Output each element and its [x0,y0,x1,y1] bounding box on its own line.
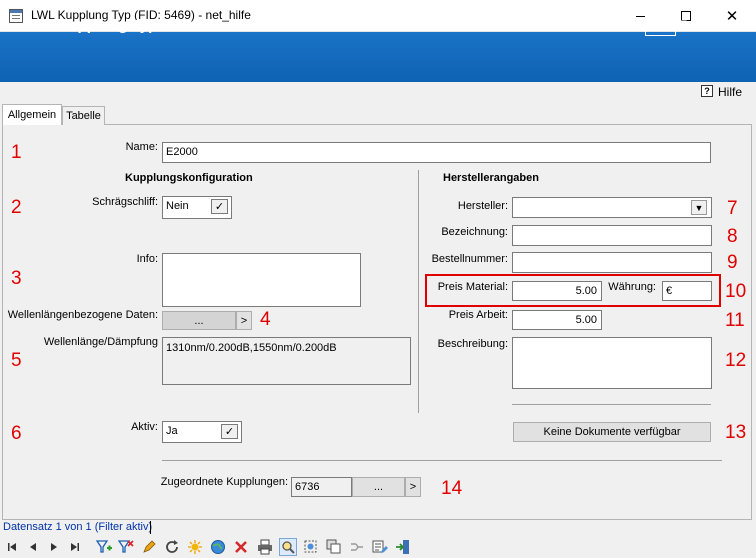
preis-arbeit-input[interactable]: 5.00 [512,310,602,330]
filter-remove-icon[interactable] [117,538,135,556]
header-banner [0,32,756,82]
aktiv-check-icon[interactable]: ✓ [221,424,238,439]
delete-icon[interactable] [232,538,250,556]
keine-dokumente-button[interactable]: Keine Dokumente verfügbar [513,422,711,442]
info-label: Info: [136,253,158,265]
net-logo: NET [645,16,676,36]
schraegschliff-check-icon[interactable]: ✓ [211,199,228,214]
chevron-down-icon[interactable]: ▼ [691,200,707,215]
report-edit-icon[interactable] [371,538,389,556]
annotation-6: 6 [11,423,22,444]
wellenlaenge-daten-arrow-button[interactable]: > [236,311,252,330]
annotation-13: 13 [725,422,747,443]
globe-icon[interactable] [209,538,227,556]
copy-icon[interactable] [325,538,343,556]
annotation-5: 5 [11,350,22,371]
bezeichnung-label: Bezeichnung: [441,226,508,238]
wellenlaenge-daten-browse-button[interactable]: ... [162,311,236,330]
zugeordnete-browse-button[interactable]: ... [352,477,405,497]
aktiv-value: Ja [166,425,178,437]
wellenlaenge-daten-label: Wellenlängenbezogene Daten: [7,309,158,321]
wellenlaenge-daempfung-label: Wellenlänge/Dämpfung [43,336,158,348]
app-window-icon [9,9,23,23]
preis-material-input[interactable]: 5.00 [512,281,602,301]
bezeichnung-input[interactable] [512,225,712,246]
net-engineering-label: Engineering [680,19,739,31]
first-record-icon[interactable] [3,538,21,556]
print-icon[interactable] [256,538,274,556]
status-caret [150,521,151,534]
zoom-icon[interactable] [279,538,297,556]
bestellnummer-label: Bestellnummer: [431,253,508,265]
help-link[interactable]: Hilfe [718,85,742,99]
waehrung-label: Währung: [608,281,656,293]
annotation-3: 3 [11,268,22,289]
tab-tabelle[interactable]: Tabelle [62,106,105,125]
header-title: LWL Kupplung Typ [22,17,158,34]
annotation-7: 7 [727,198,738,219]
kupplung-section-title: Kupplungskonfiguration [125,172,253,184]
edit-pencil-icon[interactable] [140,538,158,556]
annotation-11: 11 [725,310,745,331]
annotation-12: 12 [725,350,747,371]
hersteller-label: Hersteller: [457,200,508,212]
help-icon[interactable]: ? [701,85,713,97]
zugeordnete-label: Zugeordnete Kupplungen: [160,476,288,488]
record-status-text: Datensatz 1 von 1 (Filter aktiv) [3,521,153,533]
preis-arbeit-label: Preis Arbeit: [448,309,508,321]
select-icon[interactable] [302,538,320,556]
bestellnummer-input[interactable] [512,252,712,273]
docs-divider [512,404,711,405]
column-divider [418,170,419,413]
annotation-10: 10 [725,281,747,302]
name-input[interactable]: E2000 [162,142,711,163]
filter-add-icon[interactable] [95,538,113,556]
schraegschliff-value: Nein [166,200,189,212]
hersteller-dropdown[interactable] [512,197,712,218]
annotation-2: 2 [11,197,22,218]
annotation-9: 9 [727,252,738,273]
last-record-icon[interactable] [66,538,84,556]
next-record-icon[interactable] [45,538,63,556]
schraegschliff-label: Schrägschliff: [92,196,158,208]
annotation-4: 4 [260,309,271,330]
exit-icon[interactable] [394,538,412,556]
link-icon[interactable] [348,538,366,556]
info-textarea[interactable] [162,253,361,307]
bottom-divider [162,460,722,461]
waehrung-input[interactable]: € [662,281,712,301]
refresh-icon[interactable] [163,538,181,556]
zugeordnete-value: 6736 [291,477,352,497]
annotation-14: 14 [441,478,463,499]
beschreibung-textarea[interactable] [512,337,712,389]
annotation-1: 1 [11,142,22,163]
tab-allgemein[interactable]: Allgemein [2,104,62,125]
prev-record-icon[interactable] [24,538,42,556]
beschreibung-label: Beschreibung: [437,338,508,350]
name-label: Name: [125,141,158,153]
annotation-8: 8 [727,226,738,247]
preis-material-label: Preis Material: [437,281,508,293]
zugeordnete-arrow-button[interactable]: > [405,477,421,497]
hersteller-section-title: Herstellerangaben [443,172,539,184]
wellenlaenge-daempfung-value: 1310nm/0.200dB,1550nm/0.200dB [162,337,411,385]
aktiv-label: Aktiv: [131,421,158,433]
new-record-icon[interactable] [186,538,204,556]
